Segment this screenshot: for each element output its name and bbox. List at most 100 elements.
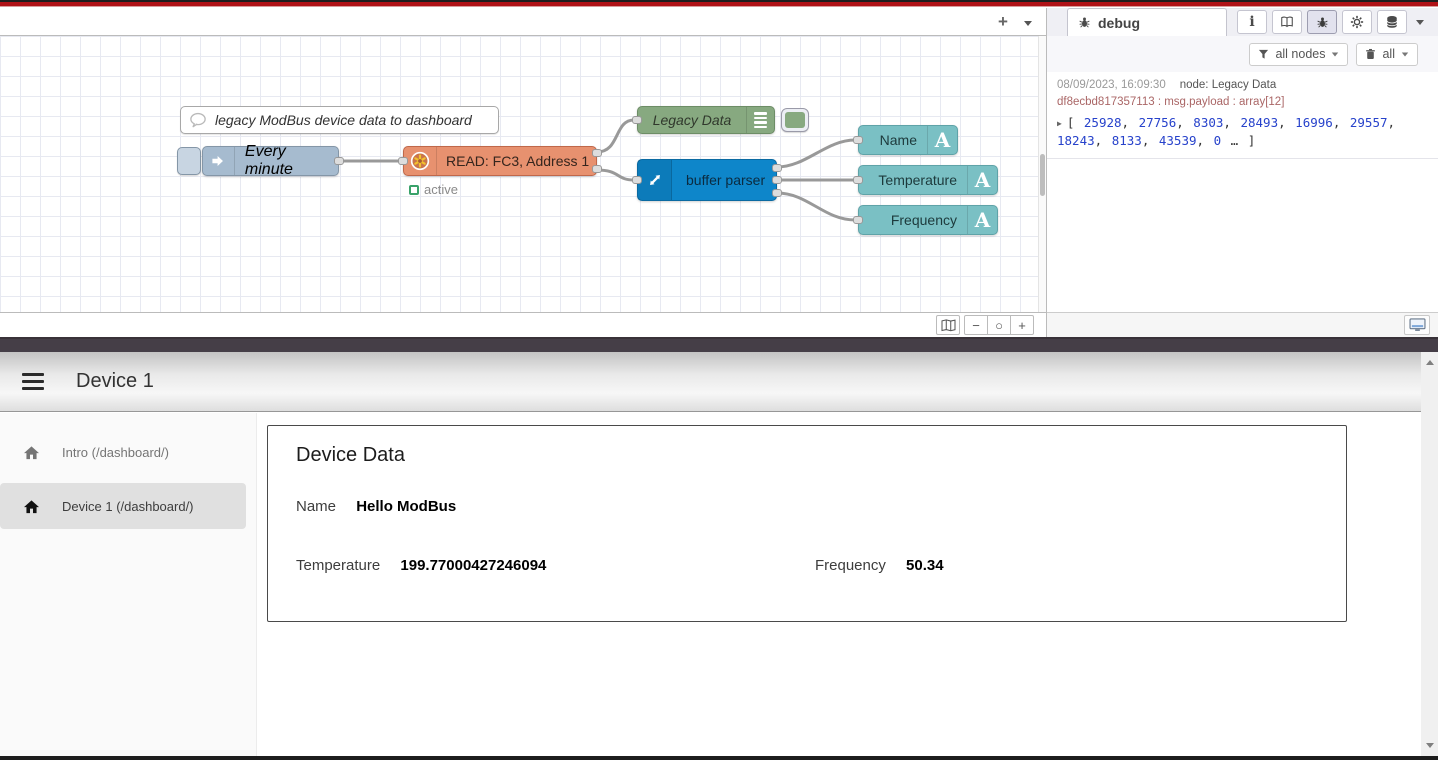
scrollbar-thumb[interactable] bbox=[1040, 154, 1045, 196]
chevron-down-icon bbox=[1332, 52, 1338, 56]
dashboard-scrollbar[interactable] bbox=[1421, 352, 1438, 756]
home-icon bbox=[0, 499, 62, 514]
resize-arrows-icon bbox=[638, 160, 672, 200]
output-port[interactable] bbox=[592, 165, 602, 173]
ui-text-node-temperature[interactable]: Temperature A bbox=[858, 165, 998, 195]
comment-node[interactable]: legacy ModBus device data to dashboard bbox=[180, 106, 499, 134]
chevron-down-icon bbox=[1402, 52, 1408, 56]
debug-message-list: 08/09/2023, 16:09:30node: Legacy Data df… bbox=[1047, 72, 1438, 312]
dashboard-toolbar: Device 1 bbox=[0, 352, 1421, 412]
text-widget-icon: A bbox=[967, 206, 997, 234]
expand-triangle-icon[interactable]: ▶ bbox=[1057, 115, 1062, 132]
flow-workspace: + bbox=[0, 8, 1047, 337]
input-port[interactable] bbox=[632, 116, 642, 124]
debug-node[interactable]: Legacy Data bbox=[637, 106, 775, 134]
status-square-icon bbox=[409, 185, 419, 195]
zoom-reset-button[interactable]: ○ bbox=[987, 315, 1011, 335]
sidebar-item-device-1[interactable]: Device 1 (/dashboard/) bbox=[0, 483, 246, 529]
temperature-value: 199.77000427246094 bbox=[400, 557, 546, 574]
inject-node[interactable]: Every minute bbox=[177, 146, 339, 176]
ui-text-node-frequency[interactable]: Frequency A bbox=[858, 205, 998, 235]
home-icon bbox=[0, 445, 62, 460]
debug-filter-row: all nodes all bbox=[1047, 36, 1438, 72]
debug-enable-toggle[interactable] bbox=[781, 108, 809, 132]
info-icon: i bbox=[1249, 14, 1254, 30]
inject-label: Every minute bbox=[245, 143, 338, 179]
debug-node-label: Legacy Data bbox=[638, 112, 746, 128]
config-tab-button[interactable] bbox=[1342, 10, 1372, 34]
sidebar-tabstrip: debug i bbox=[1047, 8, 1438, 36]
frequency-label: Frequency bbox=[815, 557, 886, 574]
context-tab-button[interactable] bbox=[1377, 10, 1407, 34]
output-port[interactable] bbox=[334, 157, 344, 165]
output-port[interactable] bbox=[772, 189, 782, 197]
comment-label: legacy ModBus device data to dashboard bbox=[215, 112, 472, 128]
inject-trigger-button[interactable] bbox=[177, 147, 201, 175]
window-separator bbox=[0, 337, 1438, 352]
debug-list-icon bbox=[746, 107, 774, 133]
debug-tab[interactable]: debug bbox=[1067, 8, 1227, 36]
input-port[interactable] bbox=[853, 136, 863, 144]
open-debug-window-button[interactable] bbox=[1404, 315, 1430, 335]
card-title: Device Data bbox=[296, 444, 1346, 467]
page-title: Device 1 bbox=[76, 370, 154, 393]
message-payload: ▶[ 25928, 27756, 8303, 28493, 16996, 295… bbox=[1057, 114, 1430, 149]
temperature-label: Temperature bbox=[296, 557, 380, 574]
dashboard-view: Device 1 Intro (/dashboard/) Device 1 (/… bbox=[0, 352, 1438, 760]
filter-nodes-button[interactable]: all nodes bbox=[1249, 43, 1348, 66]
debug-footer bbox=[1047, 312, 1438, 337]
menu-icon[interactable] bbox=[22, 369, 46, 394]
monitor-icon bbox=[1409, 318, 1426, 332]
input-port[interactable] bbox=[853, 216, 863, 224]
navigator-button[interactable] bbox=[936, 315, 960, 335]
sidebar-menu-button[interactable] bbox=[1416, 20, 1424, 25]
bug-icon bbox=[1078, 16, 1091, 29]
zoom-in-button[interactable]: + bbox=[1010, 315, 1034, 335]
funnel-icon bbox=[1258, 49, 1269, 60]
text-widget-icon: A bbox=[927, 126, 957, 154]
scroll-down-button[interactable] bbox=[1421, 737, 1438, 754]
comment-bubble-icon bbox=[181, 112, 215, 128]
add-flow-button[interactable]: + bbox=[988, 12, 1018, 32]
output-port[interactable] bbox=[592, 149, 602, 157]
buffer-parser-node[interactable]: buffer parser bbox=[637, 159, 777, 201]
modbus-read-node[interactable]: READ: FC3, Address 1 bbox=[403, 146, 597, 176]
editor-header-strip bbox=[0, 0, 1438, 8]
clear-messages-button[interactable]: all bbox=[1356, 43, 1418, 66]
ui-text-node-name[interactable]: Name A bbox=[858, 125, 958, 155]
buffer-parser-label: buffer parser bbox=[686, 172, 765, 188]
output-port[interactable] bbox=[772, 164, 782, 172]
payload-array-values: 25928, 27756, 8303, 28493, 16996, 29557,… bbox=[1057, 115, 1395, 148]
flow-canvas[interactable]: legacy ModBus device data to dashboard E… bbox=[0, 36, 1046, 312]
zoom-out-button[interactable]: − bbox=[964, 315, 988, 335]
editor-footer: − ○ + bbox=[0, 312, 1046, 337]
sidebar-item-intro[interactable]: Intro (/dashboard/) bbox=[0, 429, 246, 475]
wire[interactable] bbox=[597, 120, 634, 152]
output-port[interactable] bbox=[772, 176, 782, 184]
dashboard-sidebar: Intro (/dashboard/) Device 1 (/dashboard… bbox=[0, 413, 257, 756]
modbus-label: READ: FC3, Address 1 bbox=[446, 153, 589, 169]
name-value: Hello ModBus bbox=[356, 498, 456, 515]
window-bottom-edge bbox=[0, 756, 1438, 760]
node-red-editor: + bbox=[0, 0, 1438, 337]
input-port[interactable] bbox=[398, 157, 408, 165]
bug-icon bbox=[1316, 16, 1329, 29]
database-icon bbox=[1385, 15, 1399, 29]
help-tab-button[interactable] bbox=[1272, 10, 1302, 34]
input-port[interactable] bbox=[853, 176, 863, 184]
wire[interactable] bbox=[597, 170, 634, 180]
debug-tab-label: debug bbox=[1098, 15, 1140, 31]
modbus-icon bbox=[404, 147, 437, 175]
input-port[interactable] bbox=[632, 176, 642, 184]
debug-tab-button[interactable] bbox=[1307, 10, 1337, 34]
canvas-scrollbar[interactable] bbox=[1038, 36, 1046, 312]
debug-message[interactable]: 08/09/2023, 16:09:30node: Legacy Data df… bbox=[1047, 72, 1438, 159]
scroll-up-button[interactable] bbox=[1421, 354, 1438, 371]
inject-arrow-icon bbox=[203, 147, 235, 175]
text-widget-icon: A bbox=[967, 166, 997, 194]
wire[interactable] bbox=[777, 193, 855, 220]
message-timestamp: 08/09/2023, 16:09:30 bbox=[1057, 79, 1166, 91]
info-tab-button[interactable]: i bbox=[1237, 10, 1267, 34]
wire[interactable] bbox=[777, 140, 855, 167]
flow-list-button[interactable] bbox=[1024, 13, 1032, 31]
